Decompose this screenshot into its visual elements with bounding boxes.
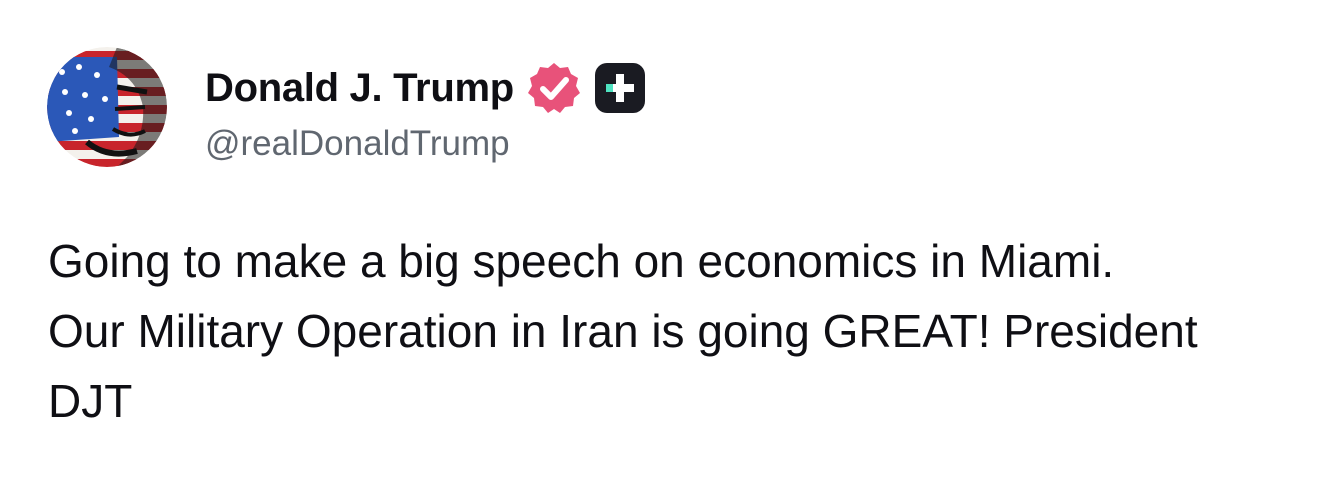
plus-badge-icon [593,61,647,115]
name-row: Donald J. Trump [205,58,647,118]
user-handle[interactable]: @realDonaldTrump [205,124,647,164]
flag-portrait-avatar [47,47,167,167]
verified-badge-icon [527,61,581,115]
post-card: Donald J. Trump @realDonaldTrump Going t… [0,0,1320,489]
post-text: Going to make a big speech on economics … [48,235,1198,427]
avatar[interactable] [47,47,167,167]
display-name[interactable]: Donald J. Trump [205,66,514,111]
post-header: Donald J. Trump @realDonaldTrump [205,58,647,164]
